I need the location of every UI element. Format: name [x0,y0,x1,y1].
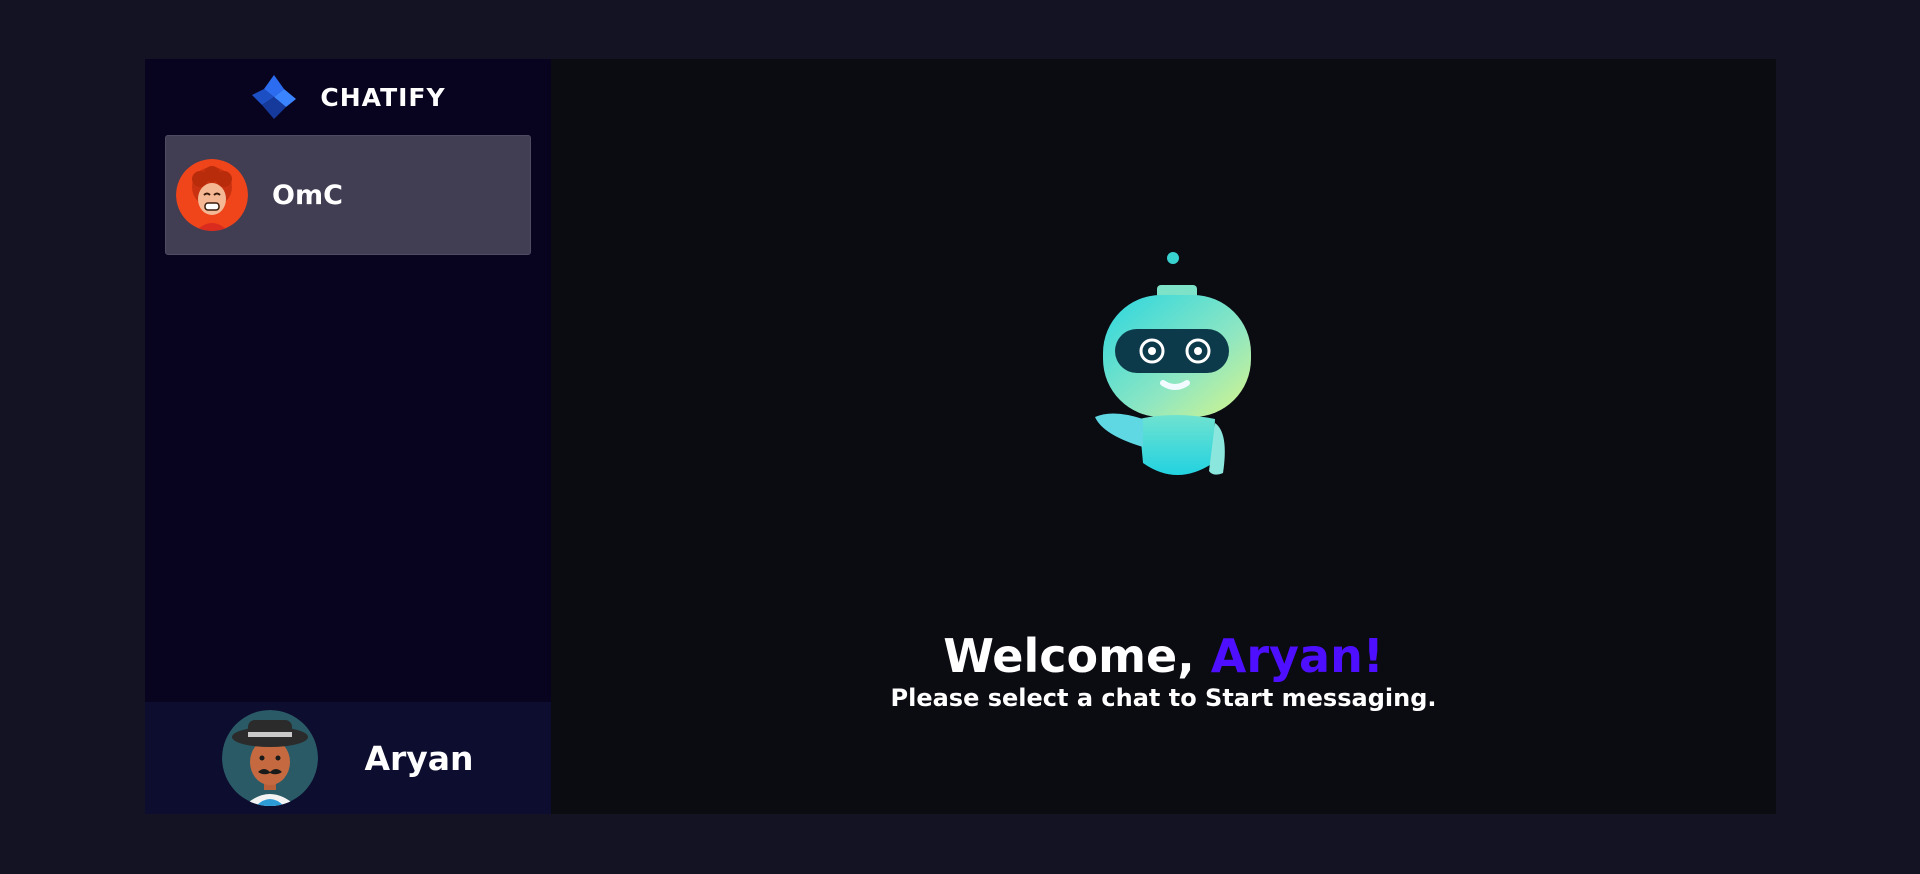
contact-item-omc[interactable]: OmC [165,135,531,255]
current-user-name: Aryan [364,738,474,778]
brand-name: CHATIFY [320,82,446,112]
brand: CHATIFY [145,59,551,135]
curly-hair-avatar-icon [176,159,248,231]
hat-mustache-avatar-icon [222,710,319,806]
welcome-username: Aryan! [1210,629,1384,683]
chat-container: Welcome, Aryan! Please select a chat to … [551,59,1776,814]
sidebar: CHATIFY OmC Aryan [145,59,551,814]
chatify-logo-icon [252,75,297,119]
contact-name: OmC [272,179,343,211]
welcome-heading: Welcome, Aryan! [551,633,1776,679]
contact-list: OmC [145,135,551,255]
welcome-message: Please select a chat to Start messaging. [890,684,1437,712]
robot-mascot-icon [1095,252,1251,475]
welcome-greeting: Welcome, [943,629,1211,683]
chat-app: CHATIFY OmC Aryan Welcome, Aryan! Please… [145,59,1776,814]
current-user-bar: Aryan [145,702,551,814]
